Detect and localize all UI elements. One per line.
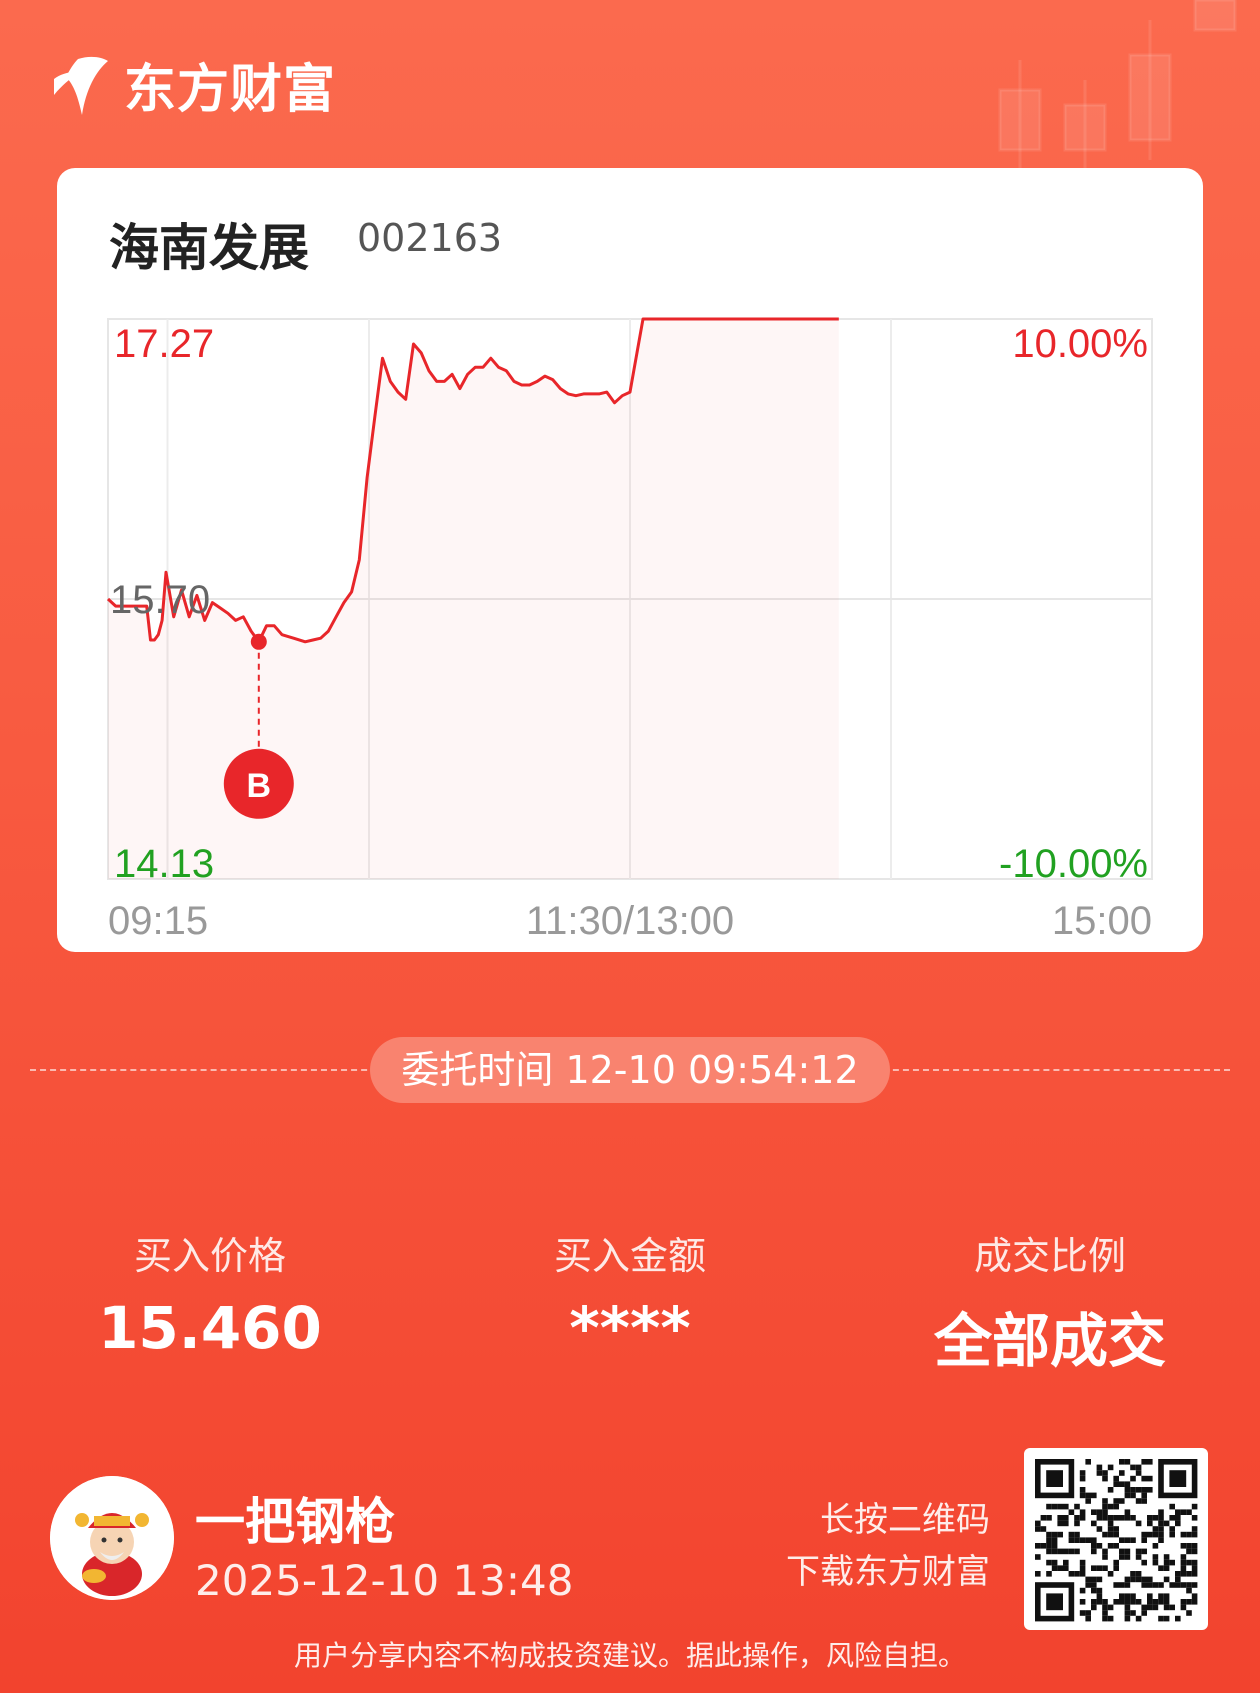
brand-name: 东方财富 xyxy=(124,59,337,120)
stat-label: 成交比例 xyxy=(973,1234,1126,1278)
stat-fill-ratio: 成交比例 全部成交 xyxy=(890,1225,1210,1378)
stat-value: 全部成交 xyxy=(933,1307,1166,1375)
stat-buy-price: 买入价格 15.460 xyxy=(50,1225,370,1362)
x-tick-midday: 11:30/13:00 xyxy=(526,899,734,943)
y-tick-high: 17.27 xyxy=(114,322,214,366)
stat-label: 买入金额 xyxy=(553,1234,706,1278)
stat-buy-amount: 买入金额 **** xyxy=(470,1225,790,1362)
y-tick-right-low: -10.00% xyxy=(999,842,1148,886)
y-tick-right-high: 10.00% xyxy=(1012,322,1148,366)
x-tick-close: 15:00 xyxy=(1052,899,1152,943)
intraday-chart: B 17.27 15.70 14.13 10.00% -10.00% 09:15 11:30/… xyxy=(106,317,1153,943)
disclaimer: 用户分享内容不构成投资建议。据此操作，风险自担。 xyxy=(293,1639,966,1672)
qr-hint: 长按二维码 下载东方财富 xyxy=(760,1494,990,1598)
qr-code-icon xyxy=(1035,1459,1198,1622)
order-time-badge: 委托时间 12-10 09:54:12 xyxy=(370,1037,890,1103)
stat-value: 15.460 xyxy=(98,1294,322,1362)
y-tick-mid: 15.70 xyxy=(110,578,210,622)
share-time: 2025-12-10 13:48 xyxy=(195,1556,574,1605)
brand-logo: 东方财富 xyxy=(48,48,336,120)
stat-label: 买入价格 xyxy=(133,1234,286,1278)
stat-value: **** xyxy=(569,1294,691,1362)
qr-hint-line1: 长按二维码 xyxy=(820,1500,990,1540)
qr-code[interactable] xyxy=(1024,1448,1208,1630)
y-tick-low: 14.13 xyxy=(114,842,214,886)
caishen-avatar-icon xyxy=(50,1476,174,1600)
x-tick-open: 09:15 xyxy=(108,899,208,943)
qr-hint-line2: 下载东方财富 xyxy=(786,1552,990,1592)
eastmoney-logo-icon xyxy=(54,56,108,115)
username: 一把钢枪 xyxy=(195,1493,395,1551)
avatar[interactable] xyxy=(50,1476,174,1600)
stock-chart-card[interactable]: 海南发展 002163 B 17.27 15.70 14.13 10.00% -10.00… xyxy=(57,168,1203,952)
buy-marker-label: B xyxy=(247,767,272,805)
